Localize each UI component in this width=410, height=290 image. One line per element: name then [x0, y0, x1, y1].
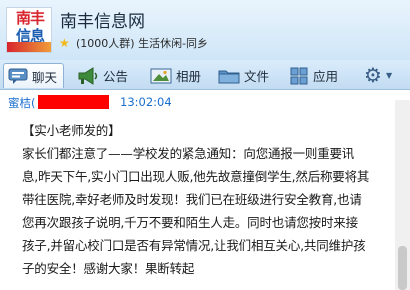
tab-chat[interactable]: 聊天 [3, 63, 65, 88]
tab-label: 相册 [176, 69, 202, 84]
message-line: 息,昨天下午,实小门口出现人贩,他先故意撞倒学生,然后称要将其 [22, 169, 370, 184]
star-icon: ★ [59, 36, 70, 50]
message-line: 孩子,并留心校门口是否有异常情况,让我们相互关心,共同维护孩 [22, 238, 366, 253]
chevron-down-icon[interactable]: ▼ [386, 71, 392, 80]
message-line: 您再次跟孩子说明,千万不要和陌生人走。同时也请您按时来接 [22, 215, 358, 230]
tab-label: 文件 [244, 69, 270, 84]
logo-text-top: 南丰 [15, 9, 45, 27]
group-category: 生活休闲-同乡 [138, 37, 209, 50]
scrollbar-thumb[interactable] [398, 246, 407, 290]
message-line: 带往医院,幸好老师及时发现！我们已在班级进行安全教育,也请 [22, 192, 362, 207]
message-sender[interactable]: 蜜桔( [8, 95, 36, 111]
apps-grid-icon [290, 67, 308, 84]
message-line: 家长们都注意了——学校发的紧急通知：向您通报一则重要讯 [22, 146, 355, 161]
group-avatar[interactable]: 南丰 信息 [6, 7, 52, 53]
tab-album[interactable]: 相册 [150, 63, 201, 88]
chat-icon [8, 68, 28, 84]
tab-apps[interactable]: 应用 [289, 63, 338, 88]
chat-message-area: 蜜桔( 13:02:04 【实小老师发的】 家长们都注意了——学校发的紧急通知：… [0, 91, 410, 290]
member-count: (1000人群) [76, 37, 135, 50]
tab-files[interactable]: 文件 [218, 63, 269, 88]
group-title[interactable]: 南丰信息网 [60, 7, 145, 32]
megaphone-icon [78, 66, 98, 85]
group-header: 南丰 信息 南丰信息网 ★ (1000人群) 生活休闲-同乡 [0, 0, 410, 60]
group-toolbar: 聊天 公告 相册 文件 应用 [0, 60, 410, 90]
photo-album-icon [150, 68, 172, 83]
tab-label: 聊天 [32, 69, 58, 85]
message-line: 子的安全！感谢大家！果断转起 [22, 261, 195, 276]
redaction-block [38, 95, 109, 109]
gear-icon[interactable]: ⚙ [362, 64, 384, 86]
tab-label: 公告 [103, 69, 129, 84]
message-line: 【实小老师发的】 [22, 123, 121, 138]
message-body: 【实小老师发的】 家长们都注意了——学校发的紧急通知：向您通报一则重要讯 息,昨… [22, 119, 392, 280]
logo-band [7, 42, 51, 52]
message-timestamp: 13:02:04 [120, 95, 172, 109]
folder-icon [218, 70, 240, 83]
group-meta: (1000人群) 生活休闲-同乡 [76, 37, 208, 50]
tab-announcement[interactable]: 公告 [77, 63, 128, 88]
tab-label: 应用 [313, 69, 339, 84]
